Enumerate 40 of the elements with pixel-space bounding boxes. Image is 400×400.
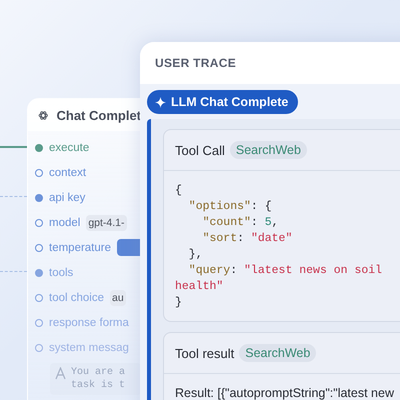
port-dot[interactable] <box>35 168 43 176</box>
tool-tag: SearchWeb <box>239 344 316 362</box>
port-dot[interactable] <box>35 144 43 152</box>
port-label: system messag <box>49 342 129 354</box>
port-dot[interactable] <box>35 194 43 202</box>
step-badge[interactable]: LLM Chat Complete <box>147 90 298 114</box>
code-line: health" <box>175 279 224 295</box>
port-dot[interactable] <box>35 294 43 302</box>
panel-title: USER TRACE <box>155 56 236 70</box>
port-label: execute <box>49 142 90 154</box>
port-dot[interactable] <box>35 344 43 352</box>
code-line: "sort: "date" <box>202 231 294 247</box>
port-dot[interactable] <box>35 268 43 276</box>
code-line: "query: "latest news on soil <box>188 263 384 279</box>
port-dot[interactable] <box>35 218 43 226</box>
port-label: tool choice <box>49 292 104 304</box>
value-chip[interactable]: au <box>110 290 126 306</box>
code-line: "count": 5, <box>202 215 280 231</box>
result-text: Result: [{"autopromptString":"latest new <box>174 385 395 400</box>
port-dot[interactable] <box>35 244 43 252</box>
port-label: context <box>49 166 86 178</box>
tool-tag: SearchWeb <box>230 141 307 159</box>
code-line: } <box>175 295 183 311</box>
code-line: { <box>175 183 183 199</box>
port-label: api key <box>49 192 86 204</box>
value-bar[interactable] <box>117 239 141 256</box>
letter-icon <box>55 367 66 380</box>
port-label: tools <box>49 266 74 278</box>
port-label: temperature <box>49 242 112 254</box>
port-label: model <box>49 216 80 228</box>
port-dot[interactable] <box>35 318 43 326</box>
code-line: "options": { <box>188 199 273 215</box>
knot-icon <box>38 108 48 122</box>
card-label: Tool Call <box>175 142 225 158</box>
card-label: Tool result <box>175 346 234 360</box>
node-title: Chat Complet <box>56 108 141 122</box>
value-chip[interactable]: gpt-4.1- <box>86 214 127 230</box>
sparkle-icon <box>155 96 166 108</box>
code-line: }, <box>188 247 204 263</box>
port-label: response forma <box>49 316 129 328</box>
